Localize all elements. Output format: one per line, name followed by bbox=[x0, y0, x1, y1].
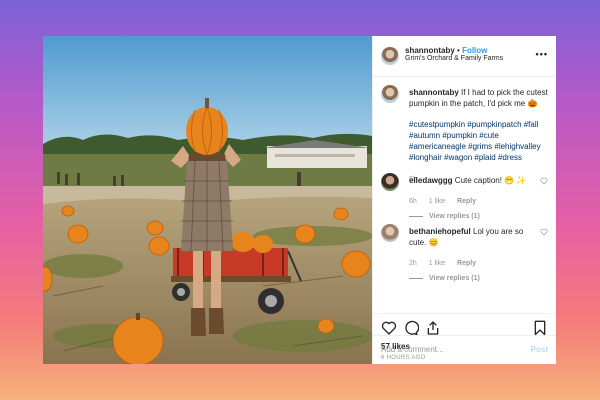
share-icon[interactable] bbox=[425, 320, 441, 336]
add-comment-bar: Add a comment... Post bbox=[373, 335, 556, 364]
comment-icon[interactable] bbox=[403, 320, 419, 336]
follow-button[interactable]: Follow bbox=[462, 46, 487, 55]
avatar[interactable] bbox=[381, 224, 399, 242]
comment-username[interactable]: elledawggg bbox=[409, 176, 453, 185]
avatar[interactable] bbox=[381, 85, 399, 103]
more-options-icon[interactable]: ••• bbox=[536, 49, 548, 59]
caption-username[interactable]: shannontaby bbox=[409, 88, 459, 97]
location-link[interactable]: Grim's Orchard & Family Farms bbox=[405, 55, 503, 62]
view-replies-link[interactable]: View replies (1) bbox=[409, 211, 541, 222]
header-username[interactable]: shannontaby bbox=[405, 46, 455, 55]
comment-meta: 2h 1 like Reply bbox=[409, 258, 541, 269]
heart-icon[interactable] bbox=[381, 320, 397, 336]
pumpkin-patch-photo bbox=[43, 36, 372, 364]
reply-button[interactable]: Reply bbox=[457, 198, 476, 205]
comment-username[interactable]: bethaniehopeful bbox=[409, 227, 471, 236]
comment-text: Cute caption! 😁 ✨ bbox=[454, 176, 527, 185]
avatar[interactable] bbox=[381, 47, 399, 65]
caption: shannontaby If I had to pick the cutest … bbox=[409, 87, 549, 184]
heart-icon[interactable] bbox=[540, 177, 548, 185]
header-user: shannontaby • Follow Grim's Orchard & Fa… bbox=[405, 46, 503, 62]
comment-likes[interactable]: 1 like bbox=[429, 260, 445, 267]
comment-time: 6h bbox=[409, 198, 417, 205]
add-comment-input[interactable]: Add a comment... bbox=[381, 345, 444, 354]
post-sidebar: shannontaby • Follow Grim's Orchard & Fa… bbox=[372, 36, 556, 364]
comment-meta: 6h 1 like Reply bbox=[409, 196, 541, 207]
instagram-post-card: shannontaby • Follow Grim's Orchard & Fa… bbox=[43, 36, 556, 364]
reply-button[interactable]: Reply bbox=[457, 260, 476, 267]
comments-area[interactable]: shannontaby If I had to pick the cutest … bbox=[373, 77, 556, 313]
post-photo[interactable] bbox=[43, 36, 372, 364]
post-comment-button[interactable]: Post bbox=[531, 345, 548, 354]
avatar[interactable] bbox=[381, 173, 399, 191]
heart-icon[interactable] bbox=[540, 228, 548, 236]
post-header: shannontaby • Follow Grim's Orchard & Fa… bbox=[373, 36, 556, 77]
view-replies-link[interactable]: View replies (1) bbox=[409, 273, 541, 284]
comment-likes[interactable]: 1 like bbox=[429, 198, 445, 205]
comment-time: 2h bbox=[409, 260, 417, 267]
caption-hashtags[interactable]: #cutestpumpkin #pumpkinpatch #fall #autu… bbox=[409, 119, 549, 163]
separator-dot: • bbox=[457, 46, 460, 55]
bookmark-icon[interactable] bbox=[532, 320, 548, 336]
action-icons bbox=[381, 320, 548, 336]
